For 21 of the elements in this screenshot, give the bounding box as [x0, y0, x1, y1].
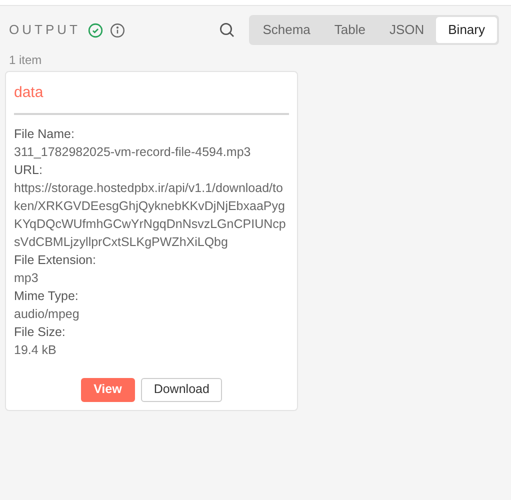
- field-value: https://storage.hostedpbx.ir/api/v1.1/download/token/XRKGVDEesgGhjQyknebKKvDjNjEbxaaPygKYqDQcWUfmhGCwYrNgqDnNsvzLGnCPIUNcpsVdCBMLjzyllprCxtSLKgPWZhXiLQbg: [14, 180, 287, 250]
- view-tab[interactable]: Binary: [436, 17, 497, 43]
- field-value: 19.4 kB: [14, 342, 58, 358]
- card-title: data: [14, 82, 289, 114]
- search-icon[interactable]: [218, 22, 235, 38]
- field-value: mp3: [14, 270, 40, 286]
- item-count: 1 item: [8, 52, 43, 69]
- view-tab[interactable]: JSON: [377, 17, 436, 43]
- info-icon[interactable]: [110, 22, 126, 38]
- view-tab[interactable]: Schema: [250, 17, 322, 43]
- view-button[interactable]: View: [80, 378, 135, 402]
- field-label: Mime Type:: [14, 288, 80, 304]
- field-label: File Name:: [14, 126, 76, 142]
- field-value: audio/mpeg: [14, 306, 80, 322]
- output-title: OUTPUT: [9, 21, 80, 40]
- view-tab[interactable]: Table: [322, 17, 378, 43]
- field-label: File Size:: [14, 324, 66, 340]
- field-label: File Extension:: [14, 252, 97, 268]
- download-button[interactable]: Download: [140, 378, 222, 402]
- field-label: URL:: [14, 162, 44, 178]
- field-value: 311_1782982025-vm-record-file-4594.mp3: [14, 144, 252, 160]
